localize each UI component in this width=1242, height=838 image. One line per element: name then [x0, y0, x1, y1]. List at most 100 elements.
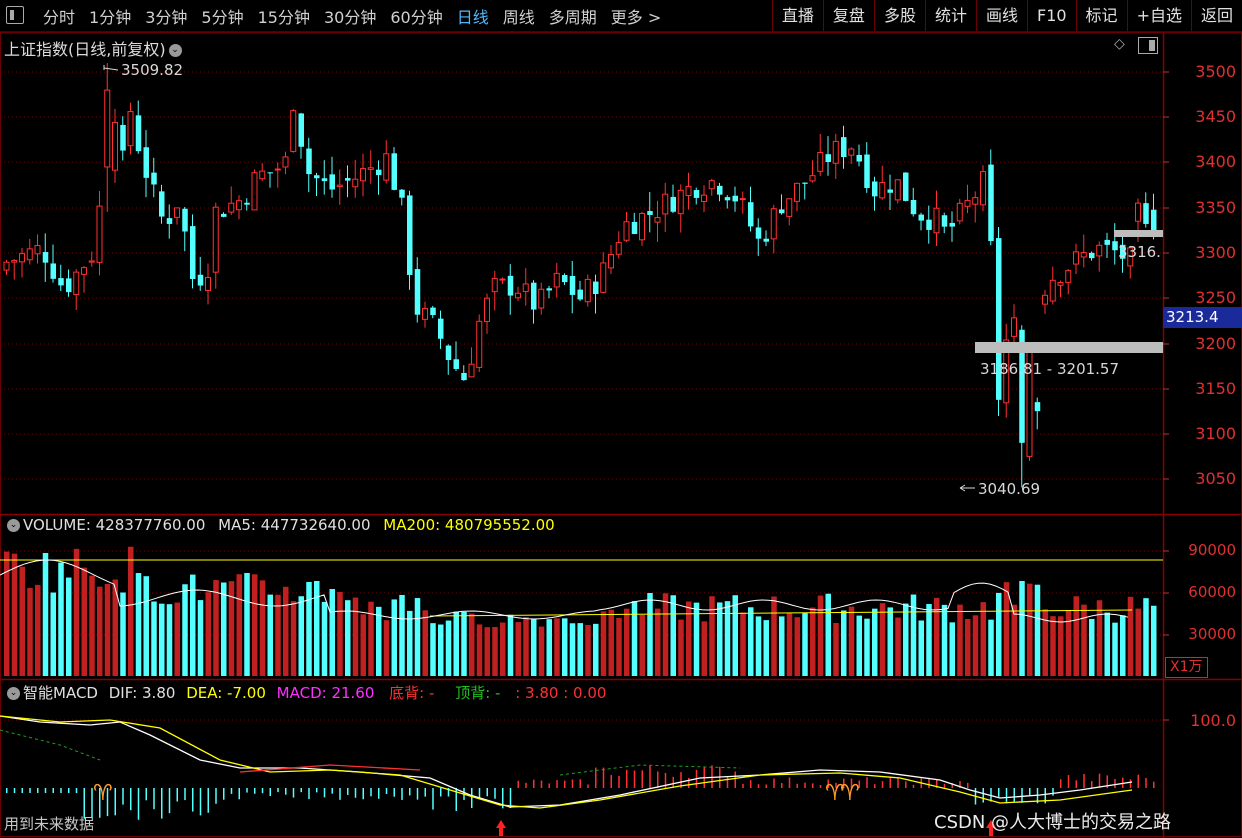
macd-histogram-bar — [509, 788, 512, 809]
candle-body — [197, 274, 204, 286]
macd-name: 智能MACD — [23, 684, 98, 702]
macd-histogram-bar — [812, 783, 814, 788]
volume-bar — [972, 615, 979, 676]
macd-histogram-bar — [641, 770, 643, 788]
candle-body — [507, 275, 514, 296]
candle-body — [879, 181, 886, 199]
macd-histogram-bar — [13, 788, 16, 793]
low-pointer — [959, 484, 975, 492]
volume-bar — [135, 573, 142, 676]
volume-bar — [794, 617, 800, 676]
candle-body — [1034, 402, 1041, 412]
chevron-down-icon[interactable]: ⌄ — [7, 687, 20, 700]
candle-body — [980, 171, 986, 206]
candle-body — [809, 175, 816, 182]
volume-bar — [523, 617, 529, 676]
price-tick-label: 3450 — [1195, 107, 1236, 126]
candle-body — [73, 271, 80, 296]
price-tick-label: 3400 — [1195, 152, 1236, 171]
volume-bar — [166, 604, 173, 676]
macd-histogram-bar — [905, 781, 907, 788]
price-tick-label: 3300 — [1195, 243, 1236, 262]
candle-body — [538, 288, 545, 309]
candle-body — [190, 226, 196, 280]
volume-bar — [383, 620, 390, 676]
volume-bar — [600, 611, 607, 676]
candle-body — [336, 184, 343, 188]
volume-bar — [484, 627, 490, 676]
macd-histogram-bar — [874, 784, 876, 788]
macd-histogram-bar — [137, 788, 140, 820]
candle-body — [546, 288, 552, 291]
candle-body — [143, 147, 149, 178]
volume-bar — [763, 620, 769, 676]
candle-body — [522, 283, 529, 293]
candle-body — [236, 200, 242, 211]
macd-dea: DEA: -7.00 — [186, 684, 266, 702]
volume-bar — [686, 601, 692, 676]
volume-bar — [848, 606, 855, 676]
volume-bar — [639, 614, 645, 676]
macd-histogram-bar — [928, 777, 930, 788]
macd-histogram-bar — [1013, 788, 1015, 802]
macd-histogram-bar — [269, 788, 271, 797]
volume-bar — [647, 593, 653, 676]
volume-bar — [314, 580, 320, 676]
volume-bar — [445, 620, 452, 676]
macd-histogram-bar — [75, 788, 78, 793]
gap-box — [1114, 230, 1163, 237]
candle-body — [701, 194, 707, 202]
candle-body — [42, 252, 49, 263]
volume-bar — [833, 622, 839, 676]
volume-bar — [120, 592, 126, 676]
candle-body — [779, 209, 785, 214]
macd-histogram-bar — [1060, 779, 1062, 788]
candle-body — [802, 182, 808, 184]
volume-tick-label: 30000 — [1188, 625, 1236, 643]
candle-body — [329, 174, 335, 190]
candle-body — [1049, 279, 1056, 302]
macd-histogram-bar — [478, 788, 481, 798]
macd-histogram-bar — [347, 788, 349, 795]
candle-body — [399, 189, 405, 198]
candle-body — [894, 179, 901, 201]
volume-bar — [1003, 582, 1010, 676]
volume-bar — [259, 580, 266, 676]
macd-histogram-bar — [943, 783, 946, 788]
candle-body — [956, 202, 963, 222]
volume-bar — [1065, 610, 1072, 676]
candle-body — [1080, 252, 1087, 258]
candle-body — [88, 260, 95, 263]
macd-histogram-bar — [354, 788, 357, 798]
candle-body — [66, 278, 72, 293]
candle-body — [832, 140, 839, 164]
candle-body — [553, 272, 560, 288]
macd-histogram-bar — [292, 788, 295, 798]
volume-ma200: MA200: 480795552.00 — [383, 516, 555, 534]
volume-bar — [996, 592, 1002, 676]
candle-body — [739, 198, 746, 201]
macd-histogram-bar — [184, 788, 186, 801]
macd-histogram-bar — [339, 788, 341, 800]
high-pointer — [103, 65, 119, 71]
volume-bar — [306, 581, 312, 676]
macd-histogram-bar — [60, 788, 62, 793]
candle-body — [159, 191, 165, 217]
candle-body — [112, 121, 118, 171]
candle-body — [732, 195, 738, 202]
kline-chart-svg[interactable]: ♈ ♈♈ — [0, 0, 1242, 838]
volume-bar — [290, 601, 297, 676]
volume-bar — [531, 619, 537, 676]
volume-bar — [856, 615, 862, 676]
volume-bar — [662, 593, 669, 676]
macd-histogram-bar — [734, 771, 736, 788]
price-tick-label: 3350 — [1195, 198, 1236, 217]
volume-bar — [1143, 598, 1149, 676]
candle-body — [151, 172, 157, 185]
candle-body — [1135, 202, 1141, 222]
chevron-down-icon[interactable]: ⌄ — [7, 519, 20, 532]
macd-histogram-bar — [153, 788, 155, 810]
macd-histogram-bar — [742, 783, 744, 788]
macd-histogram-bar — [773, 778, 775, 788]
macd-histogram-bar — [649, 765, 651, 788]
